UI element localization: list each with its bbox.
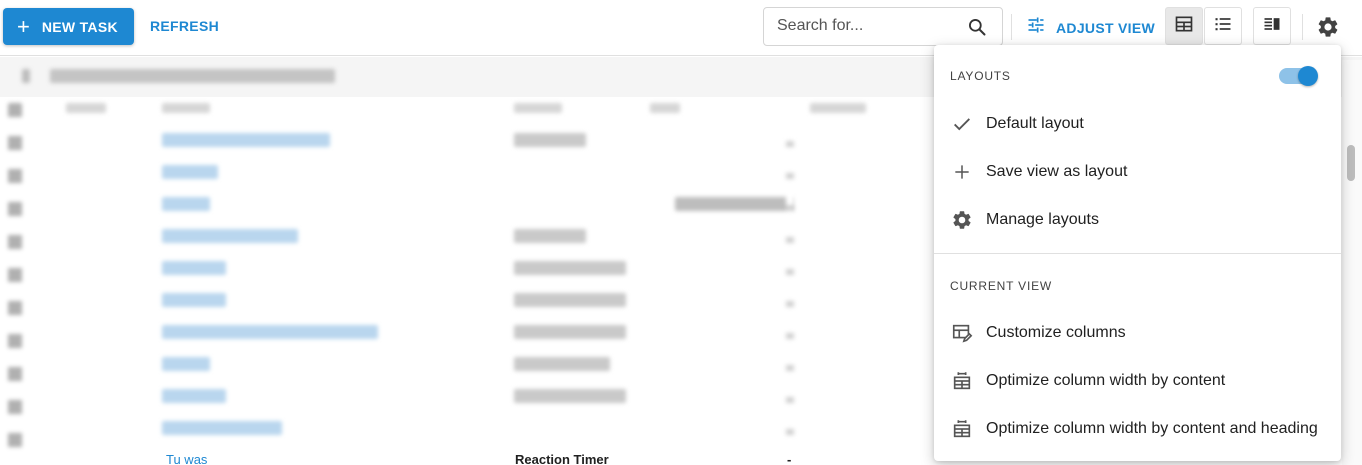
toolbar-divider	[1302, 14, 1303, 40]
new-task-label: NEW TASK	[41, 18, 118, 35]
row-title-link[interactable]: Tu was	[166, 452, 207, 465]
list-view-button[interactable]	[1204, 7, 1242, 45]
table-icon	[1174, 14, 1194, 39]
row-type: Reaction Timer	[515, 452, 609, 465]
menu-item-label: Customize columns	[986, 324, 1126, 341]
menu-item-label: Optimize column width by content	[986, 372, 1226, 389]
adjust-view-label: ADJUST VIEW	[1056, 19, 1155, 36]
vertical-scrollbar[interactable]	[1342, 60, 1362, 465]
menu-item-default-layout[interactable]: Default layout	[934, 100, 1341, 148]
scrollbar-thumb[interactable]	[1347, 145, 1355, 181]
menu-item-manage-layouts[interactable]: Manage layouts	[934, 196, 1341, 244]
refresh-button[interactable]: REFRESH	[150, 18, 219, 34]
plus-icon	[934, 162, 986, 182]
current-view-section-heading: CURRENT VIEW	[950, 279, 1053, 293]
tune-icon	[1026, 15, 1046, 40]
toggle-knob	[1298, 66, 1318, 86]
menu-item-optimize-width-content-heading[interactable]: Optimize column width by content and hea…	[934, 405, 1341, 453]
menu-divider	[934, 253, 1341, 254]
menu-item-label: Optimize column width by content and hea…	[986, 420, 1318, 437]
adjust-view-button[interactable]: ADJUST VIEW	[1026, 15, 1155, 40]
search-input[interactable]	[777, 17, 957, 35]
layouts-section-heading: LAYOUTS	[950, 69, 1011, 83]
table-width-icon	[934, 418, 986, 440]
check-icon	[934, 113, 986, 135]
settings-gear-icon[interactable]	[1316, 15, 1340, 44]
toolbar-divider	[1011, 14, 1012, 40]
menu-item-customize-columns[interactable]: Customize columns	[934, 309, 1341, 357]
menu-item-label: Manage layouts	[986, 211, 1099, 228]
search-icon[interactable]	[967, 17, 987, 42]
adjust-view-menu: LAYOUTS Default layout Save view as layo…	[934, 45, 1341, 461]
search-box	[763, 7, 1003, 46]
layouts-toggle[interactable]	[1279, 66, 1318, 86]
split-view-button[interactable]	[1253, 7, 1291, 45]
new-task-button[interactable]: + NEW TASK	[3, 8, 134, 45]
table-view-button[interactable]	[1165, 7, 1203, 45]
menu-item-optimize-width-content[interactable]: Optimize column width by content	[934, 357, 1341, 405]
table-width-icon	[934, 370, 986, 392]
table-edit-icon	[934, 322, 986, 344]
menu-item-label: Default layout	[986, 115, 1084, 132]
gear-icon	[934, 209, 986, 231]
plus-icon: +	[17, 13, 30, 39]
row-dash: -	[787, 452, 792, 465]
split-view-icon	[1262, 14, 1282, 39]
menu-item-save-view-as-layout[interactable]: Save view as layout	[934, 148, 1341, 196]
menu-item-label: Save view as layout	[986, 163, 1128, 180]
list-icon	[1213, 14, 1233, 39]
